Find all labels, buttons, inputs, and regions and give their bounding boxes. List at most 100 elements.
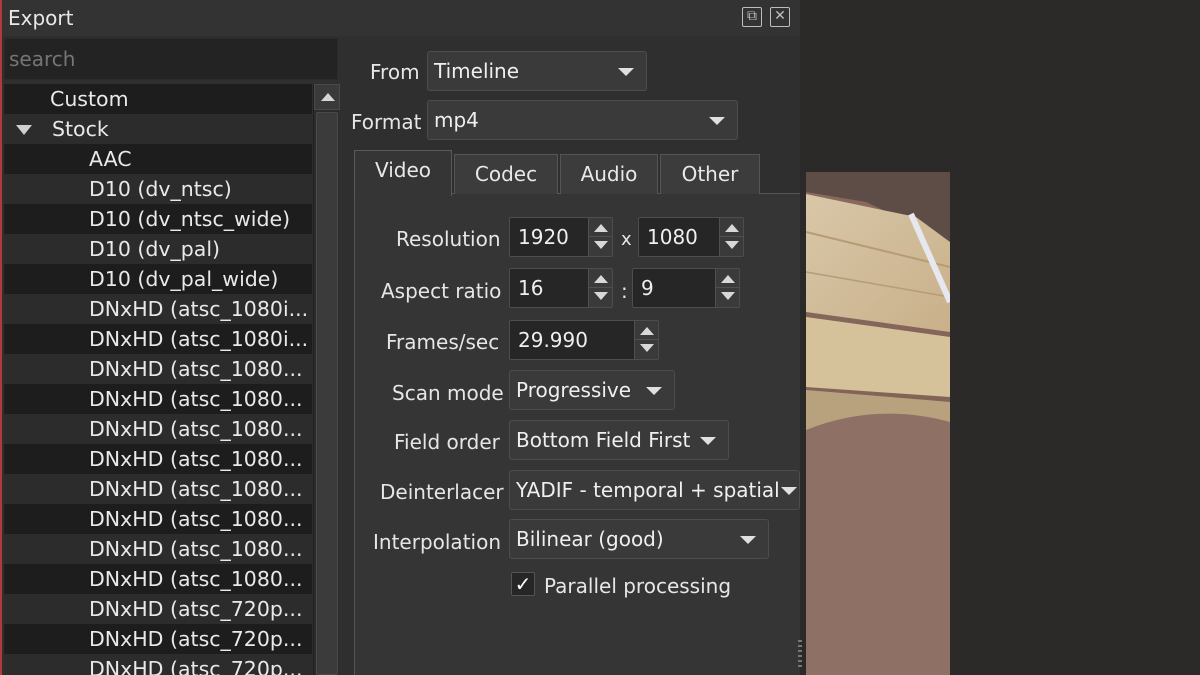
aspect-separator: : <box>621 279 628 303</box>
preset-label: DNxHD (atsc_1080i... <box>89 327 309 351</box>
preset-item[interactable]: DNxHD (atsc_1080... <box>4 414 312 444</box>
preset-label: DNxHD (atsc_1080... <box>89 567 303 591</box>
format-value: mp4 <box>434 108 479 132</box>
spin-down-icon[interactable] <box>594 292 608 300</box>
scroll-up-icon[interactable] <box>314 84 340 110</box>
close-icon[interactable]: ✕ <box>770 7 790 27</box>
search-input[interactable] <box>4 38 338 80</box>
resolution-width-value: 1920 <box>518 225 569 249</box>
preset-item[interactable]: D10 (dv_ntsc_wide) <box>4 204 312 234</box>
tab-video[interactable]: Video <box>354 150 452 196</box>
resolution-height-spinbox[interactable]: 1080 <box>638 217 744 257</box>
chevron-down-icon <box>700 437 716 445</box>
spin-up-icon[interactable] <box>594 224 608 232</box>
from-select[interactable]: Timeline <box>427 51 647 91</box>
preset-item[interactable]: D10 (dv_ntsc) <box>4 174 312 204</box>
preset-label: DNxHD (atsc_720p... <box>89 597 303 621</box>
preset-label: Stock <box>52 117 109 141</box>
from-label: From <box>370 60 420 84</box>
tree-category[interactable]: Custom <box>4 84 312 114</box>
preset-item[interactable]: DNxHD (atsc_1080... <box>4 564 312 594</box>
spin-down-icon[interactable] <box>640 344 654 352</box>
video-preview-image <box>806 172 950 675</box>
preset-label: Custom <box>50 87 129 111</box>
spin-down-icon[interactable] <box>721 292 735 300</box>
parallel-processing-label[interactable]: Parallel processing <box>544 574 731 598</box>
preset-label: DNxHD (atsc_720p... <box>89 627 303 651</box>
dock-title-bar: Export ⧉ ✕ <box>2 0 800 36</box>
scroll-thumb[interactable] <box>316 112 338 675</box>
chevron-down-icon <box>740 536 756 544</box>
preset-item[interactable]: D10 (dv_pal_wide) <box>4 264 312 294</box>
tree-category[interactable]: Stock <box>4 114 312 144</box>
tab-audio[interactable]: Audio <box>560 154 658 194</box>
checkmark-icon: ✓ <box>514 572 532 596</box>
preset-tree[interactable]: Custom Stock AAC D10 (dv_ntsc) D10 (dv_ntsc_… <box>4 84 312 675</box>
resolution-separator: x <box>621 229 632 250</box>
aspect-den-value: 9 <box>641 276 654 300</box>
format-select[interactable]: mp4 <box>427 100 738 140</box>
from-value: Timeline <box>434 59 520 83</box>
preset-label: D10 (dv_ntsc) <box>89 177 232 201</box>
preset-label: DNxHD (atsc_1080... <box>89 507 303 531</box>
deinterlacer-label: Deinterlacer <box>380 480 504 504</box>
preset-label: DNxHD (atsc_1080... <box>89 357 303 381</box>
preset-label: DNxHD (atsc_1080... <box>89 417 303 441</box>
deinterlacer-value: YADIF - temporal + spatial <box>516 478 780 502</box>
deinterlacer-select[interactable]: YADIF - temporal + spatial <box>509 470 800 510</box>
fps-value: 29.990 <box>518 328 588 352</box>
preset-item[interactable]: DNxHD (atsc_720p... <box>4 624 312 654</box>
aspect-ratio-label: Aspect ratio <box>381 279 502 303</box>
spin-up-icon[interactable] <box>594 275 608 283</box>
chevron-down-icon <box>709 117 725 125</box>
expand-arrow-icon[interactable] <box>16 125 32 135</box>
preset-item[interactable]: DNxHD (atsc_720p... <box>4 594 312 624</box>
float-icon[interactable]: ⧉ <box>742 7 762 27</box>
scan-mode-label: Scan mode <box>392 381 504 405</box>
tab-codec[interactable]: Codec <box>454 154 558 194</box>
preset-item[interactable]: D10 (dv_pal) <box>4 234 312 264</box>
fps-spinbox[interactable]: 29.990 <box>509 320 659 360</box>
field-order-value: Bottom Field First <box>516 428 691 452</box>
spin-up-icon[interactable] <box>640 327 654 335</box>
chevron-down-icon <box>646 387 662 395</box>
aspect-num-spinbox[interactable]: 16 <box>509 268 613 308</box>
spin-up-icon[interactable] <box>725 224 739 232</box>
preset-label: D10 (dv_pal_wide) <box>89 267 279 291</box>
preset-item[interactable]: DNxHD (atsc_1080i... <box>4 294 312 324</box>
preset-item[interactable]: DNxHD (atsc_1080... <box>4 534 312 564</box>
interpolation-select[interactable]: Bilinear (good) <box>509 519 769 559</box>
preset-label: DNxHD (atsc_1080i... <box>89 297 309 321</box>
preset-label: DNxHD (atsc_720p... <box>89 657 303 675</box>
preset-item[interactable]: DNxHD (atsc_1080i... <box>4 324 312 354</box>
scan-mode-value: Progressive <box>516 378 632 402</box>
fps-label: Frames/sec <box>386 330 500 354</box>
field-order-select[interactable]: Bottom Field First <box>509 420 729 460</box>
resolution-width-spinbox[interactable]: 1920 <box>509 217 613 257</box>
resize-grip[interactable] <box>798 640 802 670</box>
preset-item[interactable]: DNxHD (atsc_1080... <box>4 444 312 474</box>
preset-label: D10 (dv_pal) <box>89 237 221 261</box>
preset-item[interactable]: DNxHD (atsc_1080... <box>4 474 312 504</box>
dock-title: Export <box>8 6 74 30</box>
preset-item[interactable]: DNxHD (atsc_1080... <box>4 504 312 534</box>
field-order-label: Field order <box>394 430 500 454</box>
scan-mode-select[interactable]: Progressive <box>509 370 675 410</box>
preset-label: D10 (dv_ntsc_wide) <box>89 207 291 231</box>
parallel-processing-checkbox[interactable]: ✓ <box>511 572 535 596</box>
spin-up-icon[interactable] <box>721 275 735 283</box>
format-label: Format <box>351 110 422 134</box>
aspect-den-spinbox[interactable]: 9 <box>632 268 740 308</box>
preset-item[interactable]: DNxHD (atsc_720p... <box>4 654 312 675</box>
preset-item[interactable]: AAC <box>4 144 312 174</box>
preset-label: DNxHD (atsc_1080... <box>89 447 303 471</box>
tab-other[interactable]: Other <box>660 154 760 194</box>
chevron-down-icon <box>781 487 797 495</box>
spin-down-icon[interactable] <box>594 241 608 249</box>
tree-scrollbar[interactable] <box>313 84 340 675</box>
preset-item[interactable]: DNxHD (atsc_1080... <box>4 384 312 414</box>
preset-item[interactable]: DNxHD (atsc_1080... <box>4 354 312 384</box>
preset-label: AAC <box>89 147 132 171</box>
spin-down-icon[interactable] <box>725 241 739 249</box>
preset-label: DNxHD (atsc_1080... <box>89 387 303 411</box>
